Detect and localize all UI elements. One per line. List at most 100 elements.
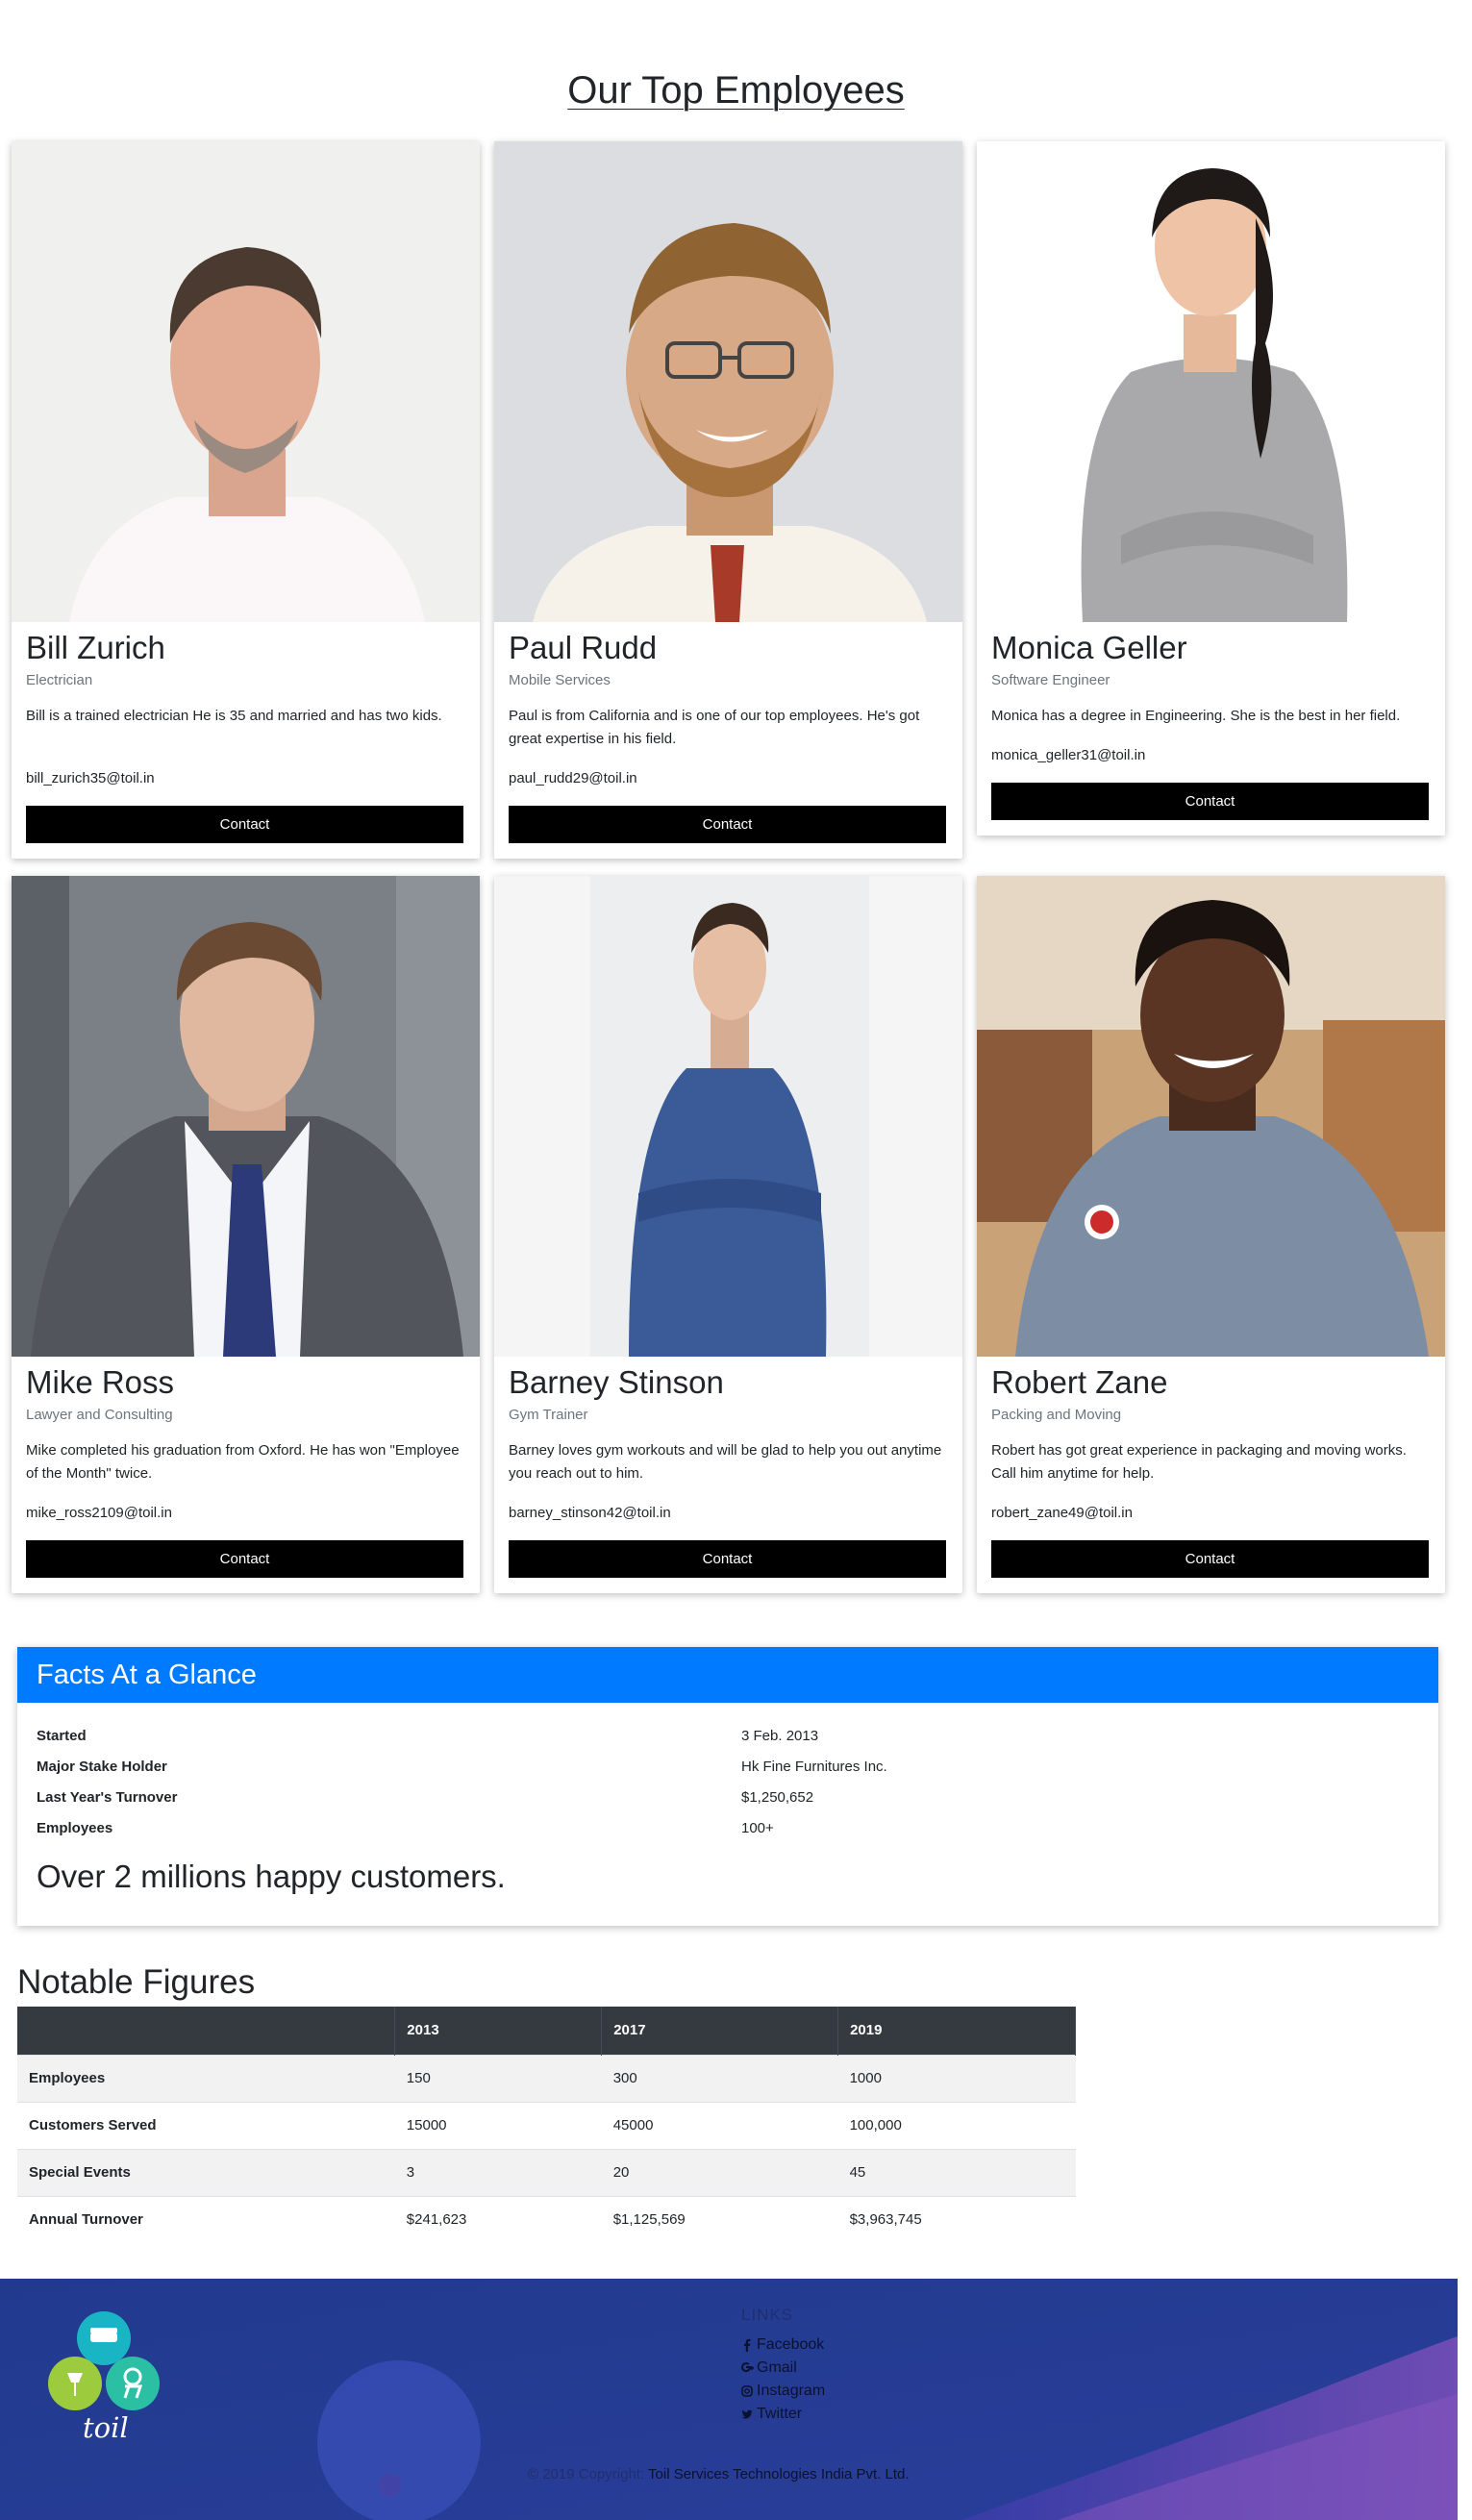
employee-card: Monica Geller Software Engineer Monica h… <box>977 141 1445 836</box>
employee-email: bill_zurich35@toil.in <box>26 770 155 786</box>
employee-name: Robert Zane <box>991 1364 1168 1400</box>
employee-photo <box>12 876 480 1357</box>
employee-photo <box>494 141 962 622</box>
page-title: Our Top Employees <box>567 69 905 112</box>
table-cell: $3,963,745 <box>837 2195 1076 2243</box>
employee-role: Software Engineer <box>991 672 1110 688</box>
fact-value: 100+ <box>741 1820 774 1836</box>
link-label: Gmail <box>757 2359 797 2376</box>
table-row: Employees 150 300 1000 <box>17 2054 1076 2102</box>
employee-email: mike_ross2109@toil.in <box>26 1505 172 1521</box>
table-row: Annual Turnover $241,623 $1,125,569 $3,9… <box>17 2195 1076 2243</box>
footer: toil LINKS Facebook Gmail Instagram Twit… <box>0 2279 1458 2520</box>
employee-description: Monica has a degree in Engineering. She … <box>991 708 1401 724</box>
fact-value: 3 Feb. 2013 <box>741 1728 819 1744</box>
contact-button[interactable]: Contact <box>26 806 463 843</box>
employee-card: Barney Stinson Gym Trainer Barney loves … <box>494 876 962 1593</box>
facts-header: Facts At a Glance <box>17 1647 1438 1703</box>
table-cell: $1,125,569 <box>601 2195 838 2243</box>
link-label: Facebook <box>757 2336 825 2353</box>
employee-email: barney_stinson42@toil.in <box>509 1505 671 1521</box>
fact-label: Employees <box>37 1820 113 1836</box>
link-label: Instagram <box>757 2383 826 2399</box>
fact-label: Started <box>37 1728 87 1744</box>
copyright-prefix: © 2019 Copyright: <box>528 2466 645 2483</box>
employee-name: Monica Geller <box>991 630 1187 665</box>
employee-photo <box>494 876 962 1357</box>
fact-value: Hk Fine Furnitures Inc. <box>741 1759 887 1775</box>
table-cell: 150 <box>394 2054 602 2102</box>
table-header-cell <box>17 2007 396 2055</box>
employee-name: Barney Stinson <box>509 1364 724 1400</box>
toil-logo <box>48 2308 163 2413</box>
table-header-cell: 2019 <box>837 2007 1076 2055</box>
table-row-header: Annual Turnover <box>17 2195 395 2243</box>
employee-photo <box>977 141 1445 622</box>
employee-photo <box>12 141 480 622</box>
table-cell: 300 <box>601 2054 838 2102</box>
table-row-header: Special Events <box>17 2148 395 2196</box>
table-row: Special Events 3 20 45 <box>17 2148 1076 2196</box>
employee-role: Electrician <box>26 672 93 688</box>
facebook-link[interactable]: Facebook <box>741 2336 824 2354</box>
contact-button[interactable]: Contact <box>509 1540 946 1578</box>
employee-name: Bill Zurich <box>26 630 165 665</box>
google-plus-icon <box>741 2361 754 2375</box>
employee-photo <box>977 876 1445 1357</box>
employee-name: Mike Ross <box>26 1364 175 1400</box>
employee-card: Mike Ross Lawyer and Consulting Mike com… <box>12 876 480 1593</box>
notable-figures-table: 2013 2017 2019 Employees 150 300 1000 Cu… <box>17 2007 1076 2243</box>
fact-label: Last Year's Turnover <box>37 1789 178 1806</box>
contact-button[interactable]: Contact <box>991 1540 1429 1578</box>
table-cell: 1000 <box>837 2054 1076 2102</box>
employee-role: Gym Trainer <box>509 1407 588 1423</box>
instagram-icon <box>741 2384 753 2398</box>
table-cell: $241,623 <box>394 2195 602 2243</box>
link-label: Twitter <box>757 2406 803 2422</box>
employee-email: robert_zane49@toil.in <box>991 1505 1133 1521</box>
employee-card: Bill Zurich Electrician Bill is a traine… <box>12 141 480 859</box>
employee-description: Bill is a trained electrician He is 35 a… <box>26 708 442 724</box>
contact-button[interactable]: Contact <box>991 783 1429 820</box>
contact-button[interactable]: Contact <box>26 1540 463 1578</box>
gmail-link[interactable]: Gmail <box>741 2359 797 2377</box>
footer-brand: toil <box>83 2411 129 2444</box>
copyright: © 2019 Copyright: Toil Services Technolo… <box>528 2466 910 2483</box>
table-cell: 20 <box>601 2148 838 2196</box>
employee-email: paul_rudd29@toil.in <box>509 770 637 786</box>
table-header-row: 2013 2017 2019 <box>17 2007 1076 2055</box>
table-cell: 3 <box>394 2148 602 2196</box>
notable-figures-title: Notable Figures <box>17 1963 256 2001</box>
table-header-cell: 2017 <box>601 2007 839 2055</box>
facts-highlight: Over 2 millions happy customers. <box>37 1859 506 1894</box>
table-cell: 45000 <box>601 2101 838 2149</box>
facebook-icon <box>741 2338 753 2352</box>
links-title: LINKS <box>741 2306 794 2324</box>
instagram-link[interactable]: Instagram <box>741 2383 825 2400</box>
employee-email: monica_geller31@toil.in <box>991 747 1146 763</box>
employee-role: Mobile Services <box>509 672 611 688</box>
table-cell: 15000 <box>394 2101 602 2149</box>
employee-description: Paul is from California and is one of ou… <box>509 708 920 747</box>
footer-background <box>0 2279 1458 2520</box>
table-row-header: Employees <box>17 2054 395 2102</box>
employee-role: Lawyer and Consulting <box>26 1407 173 1423</box>
employee-card: Paul Rudd Mobile Services Paul is from C… <box>494 141 962 859</box>
employee-description: Mike completed his graduation from Oxfor… <box>26 1442 460 1482</box>
employee-role: Packing and Moving <box>991 1407 1122 1423</box>
table-cell: 45 <box>837 2148 1076 2196</box>
table-header-cell: 2013 <box>394 2007 603 2055</box>
table-cell: 100,000 <box>837 2101 1076 2149</box>
facts-panel: Facts At a Glance Started 3 Feb. 2013 Ma… <box>17 1647 1438 1926</box>
employee-description: Robert has got great experience in packa… <box>991 1442 1407 1482</box>
table-row-header: Customers Served <box>17 2101 395 2149</box>
fact-value: $1,250,652 <box>741 1789 814 1806</box>
copyright-company-link[interactable]: Toil Services Technologies India Pvt. Lt… <box>648 2466 910 2483</box>
contact-button[interactable]: Contact <box>509 806 946 843</box>
employee-card: Robert Zane Packing and Moving Robert ha… <box>977 876 1445 1593</box>
twitter-icon <box>741 2408 753 2421</box>
employee-name: Paul Rudd <box>509 630 658 665</box>
twitter-link[interactable]: Twitter <box>741 2406 802 2423</box>
table-row: Customers Served 15000 45000 100,000 <box>17 2101 1076 2149</box>
employee-description: Barney loves gym workouts and will be gl… <box>509 1442 942 1482</box>
